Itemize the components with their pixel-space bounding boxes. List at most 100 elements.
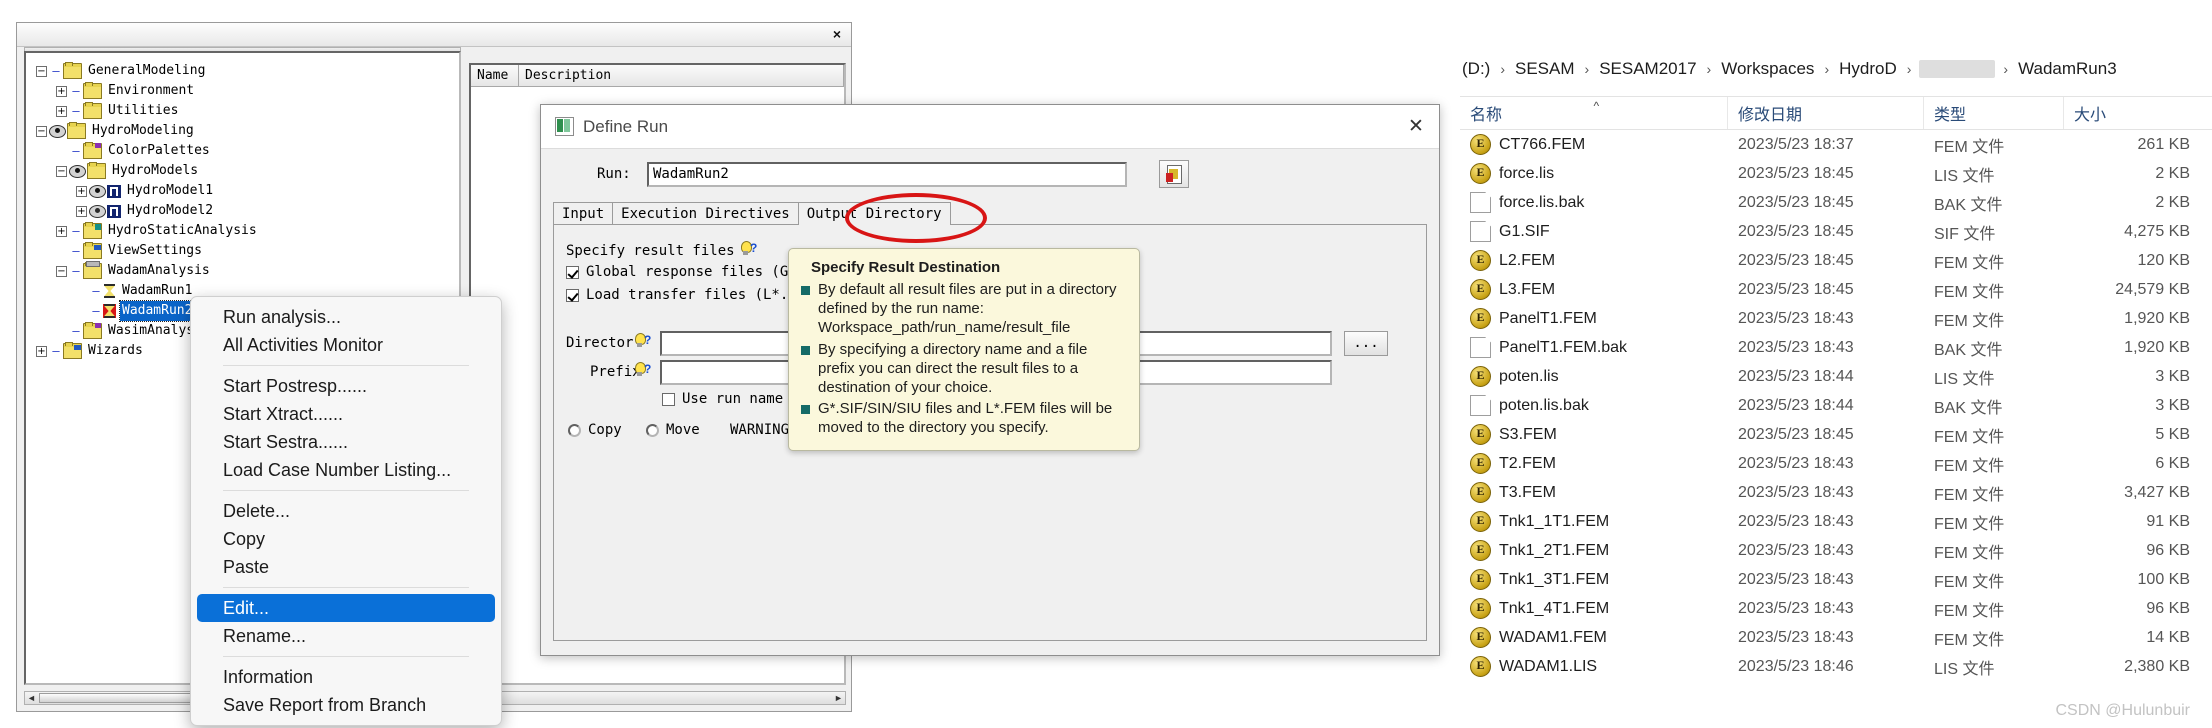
tree-node-wadamanalysis[interactable]: − — WadamAnalysis (36, 261, 459, 281)
file-row[interactable]: poten.lis.bak 2023/5/23 18:44 BAK 文件 3 KB (1460, 391, 2212, 420)
file-name-cell[interactable]: Tnk1_1T1.FEM (1460, 511, 1728, 532)
scroll-left-icon[interactable]: ◄ (25, 692, 38, 704)
tree-node-label[interactable]: GeneralModeling (86, 61, 207, 81)
file-row[interactable]: G1.SIF 2023/5/23 18:45 SIF 文件 4,275 KB (1460, 217, 2212, 246)
tree-node-generalmodeling[interactable]: − — GeneralModeling (36, 61, 459, 81)
tree-node-hydromodels[interactable]: − HydroModels (36, 161, 459, 181)
column-header-description[interactable]: Description (519, 65, 844, 86)
help-bulb-icon-prefix[interactable]: ? (634, 362, 651, 378)
breadcrumb-item[interactable]: HydroD (1837, 59, 1899, 79)
column-header-name[interactable]: Name (471, 65, 519, 86)
file-row[interactable]: force.lis.bak 2023/5/23 18:45 BAK 文件 2 KB (1460, 188, 2212, 217)
file-row[interactable]: PanelT1.FEM.bak 2023/5/23 18:43 BAK 文件 1,92… (1460, 333, 2212, 362)
file-row[interactable]: force.lis 2023/5/23 18:45 LIS 文件 2 KB (1460, 159, 2212, 188)
menu-item-save-report-from-branch[interactable]: Save Report from Branch (191, 691, 501, 719)
breadcrumb-item[interactable]: Workspaces (1719, 59, 1816, 79)
menu-item-load-case-number-listing[interactable]: Load Case Number Listing... (191, 456, 501, 484)
move-radio[interactable] (646, 424, 659, 437)
breadcrumb-item[interactable]: WadamRun3 (2016, 59, 2119, 79)
tab-output-directory[interactable]: Output Directory (797, 202, 951, 225)
expand-icon[interactable]: + (56, 85, 67, 97)
file-row[interactable]: Tnk1_1T1.FEM 2023/5/23 18:43 FEM 文件 91 KB (1460, 507, 2212, 536)
file-row[interactable]: T3.FEM 2023/5/23 18:43 FEM 文件 3,427 KB (1460, 478, 2212, 507)
tree-node-label[interactable]: Environment (106, 81, 196, 101)
tree-node-label[interactable]: HydroModel2 (125, 201, 215, 221)
tree-node-hydromodel2[interactable]: + HydroModel2 (36, 201, 459, 221)
file-name-cell[interactable]: Tnk1_2T1.FEM (1460, 540, 1728, 561)
tree-node-label[interactable]: WadamAnalysis (106, 261, 212, 281)
file-name-cell[interactable]: T2.FEM (1460, 453, 1728, 474)
tree-node-colorpalettes[interactable]: — ColorPalettes (36, 141, 459, 161)
file-row[interactable]: CT766.FEM 2023/5/23 18:37 FEM 文件 261 KB (1460, 130, 2212, 159)
file-name-cell[interactable]: T3.FEM (1460, 482, 1728, 503)
help-bulb-icon-directory[interactable]: ? (634, 333, 651, 349)
help-bulb-icon[interactable]: ? (740, 241, 757, 257)
tree-node-utilities[interactable]: + — Utilities (36, 101, 459, 121)
menu-item-start-xtract[interactable]: Start Xtract...... (191, 400, 501, 428)
tree-node-environment[interactable]: + — Environment (36, 81, 459, 101)
tree-node-viewsettings[interactable]: — ViewSettings (36, 241, 459, 261)
tree-node-label[interactable]: WadamRun2 (118, 300, 196, 322)
column-header-size[interactable]: 大小 (2064, 97, 2212, 129)
collapse-icon[interactable]: − (36, 125, 47, 137)
file-name-cell[interactable]: L3.FEM (1460, 279, 1728, 300)
menu-item-run-analysis[interactable]: Run analysis... (191, 303, 501, 331)
file-name-cell[interactable]: WADAM1.LIS (1460, 656, 1728, 677)
menu-item-all-activities-monitor[interactable]: All Activities Monitor (191, 331, 501, 359)
tree-node-label[interactable]: ColorPalettes (106, 141, 212, 161)
file-name-cell[interactable]: Tnk1_3T1.FEM (1460, 569, 1728, 590)
file-row[interactable]: WADAM1.FEM 2023/5/23 18:43 FEM 文件 14 KB (1460, 623, 2212, 652)
expand-icon[interactable]: + (56, 105, 67, 117)
tree-node-label[interactable]: HydroModels (110, 161, 200, 181)
eye-icon[interactable] (69, 164, 86, 178)
file-row[interactable]: PanelT1.FEM 2023/5/23 18:43 FEM 文件 1,920 KB (1460, 304, 2212, 333)
file-name-cell[interactable]: PanelT1.FEM.bak (1460, 337, 1728, 358)
file-name-cell[interactable]: poten.lis.bak (1460, 395, 1728, 416)
tree-node-label[interactable]: HydroStaticAnalysis (106, 221, 259, 241)
collapse-icon[interactable]: − (56, 165, 67, 177)
file-name-cell[interactable]: PanelT1.FEM (1460, 308, 1728, 329)
file-row[interactable]: Tnk1_4T1.FEM 2023/5/23 18:43 FEM 文件 96 KB (1460, 594, 2212, 623)
file-row[interactable]: WADAM1.LIS 2023/5/23 18:46 LIS 文件 2,380 KB (1460, 652, 2212, 681)
expand-icon[interactable]: + (56, 225, 67, 237)
file-row[interactable]: L3.FEM 2023/5/23 18:45 FEM 文件 24,579 KB (1460, 275, 2212, 304)
menu-item-copy[interactable]: Copy (191, 525, 501, 553)
file-row[interactable]: S3.FEM 2023/5/23 18:45 FEM 文件 5 KB (1460, 420, 2212, 449)
tab-input[interactable]: Input (553, 202, 614, 225)
file-name-cell[interactable]: force.lis (1460, 163, 1728, 184)
collapse-icon[interactable]: − (36, 65, 47, 77)
file-name-cell[interactable]: WADAM1.FEM (1460, 627, 1728, 648)
directory-browse-button[interactable]: ... (1344, 331, 1388, 356)
column-header-date[interactable]: 修改日期 (1728, 97, 1924, 129)
menu-item-information[interactable]: Information (191, 663, 501, 691)
file-row[interactable]: T2.FEM 2023/5/23 18:43 FEM 文件 6 KB (1460, 449, 2212, 478)
file-row[interactable]: poten.lis 2023/5/23 18:44 LIS 文件 3 KB (1460, 362, 2212, 391)
file-name-cell[interactable]: force.lis.bak (1460, 192, 1728, 213)
menu-item-paste[interactable]: Paste (191, 553, 501, 581)
menu-item-delete[interactable]: Delete... (191, 497, 501, 525)
file-name-cell[interactable]: S3.FEM (1460, 424, 1728, 445)
copy-radio[interactable] (568, 424, 581, 437)
breadcrumb-item[interactable]: SESAM (1513, 59, 1577, 79)
column-header-type[interactable]: 类型 (1924, 97, 2064, 129)
tree-node-label[interactable]: Wizards (86, 341, 145, 361)
tree-node-label[interactable]: HydroModeling (90, 121, 196, 141)
global-response-files-checkbox[interactable] (566, 266, 579, 279)
run-name-input[interactable]: WadamRun2 (647, 162, 1127, 187)
tree-node-label[interactable]: HydroModel1 (125, 181, 215, 201)
eye-icon[interactable] (49, 124, 66, 138)
file-name-cell[interactable]: CT766.FEM (1460, 134, 1728, 155)
close-icon[interactable]: ✕ (1393, 105, 1439, 149)
breadcrumb-item[interactable]: SESAM2017 (1597, 59, 1698, 79)
collapse-icon[interactable]: − (56, 265, 67, 277)
eye-icon[interactable] (89, 204, 106, 218)
close-icon[interactable]: × (829, 26, 845, 42)
tree-node-label[interactable]: WadamRun1 (120, 281, 194, 301)
scroll-right-icon[interactable]: ► (832, 692, 845, 704)
column-header-name[interactable]: 名称 ^ (1460, 97, 1728, 129)
breadcrumb-item[interactable]: (D:) (1460, 59, 1492, 79)
file-name-cell[interactable]: L2.FEM (1460, 250, 1728, 271)
menu-item-start-postresp[interactable]: Start Postresp...... (191, 372, 501, 400)
tab-execution-directives[interactable]: Execution Directives (612, 202, 799, 225)
tree-node-hydrostaticanalysis[interactable]: + — HydroStaticAnalysis (36, 221, 459, 241)
